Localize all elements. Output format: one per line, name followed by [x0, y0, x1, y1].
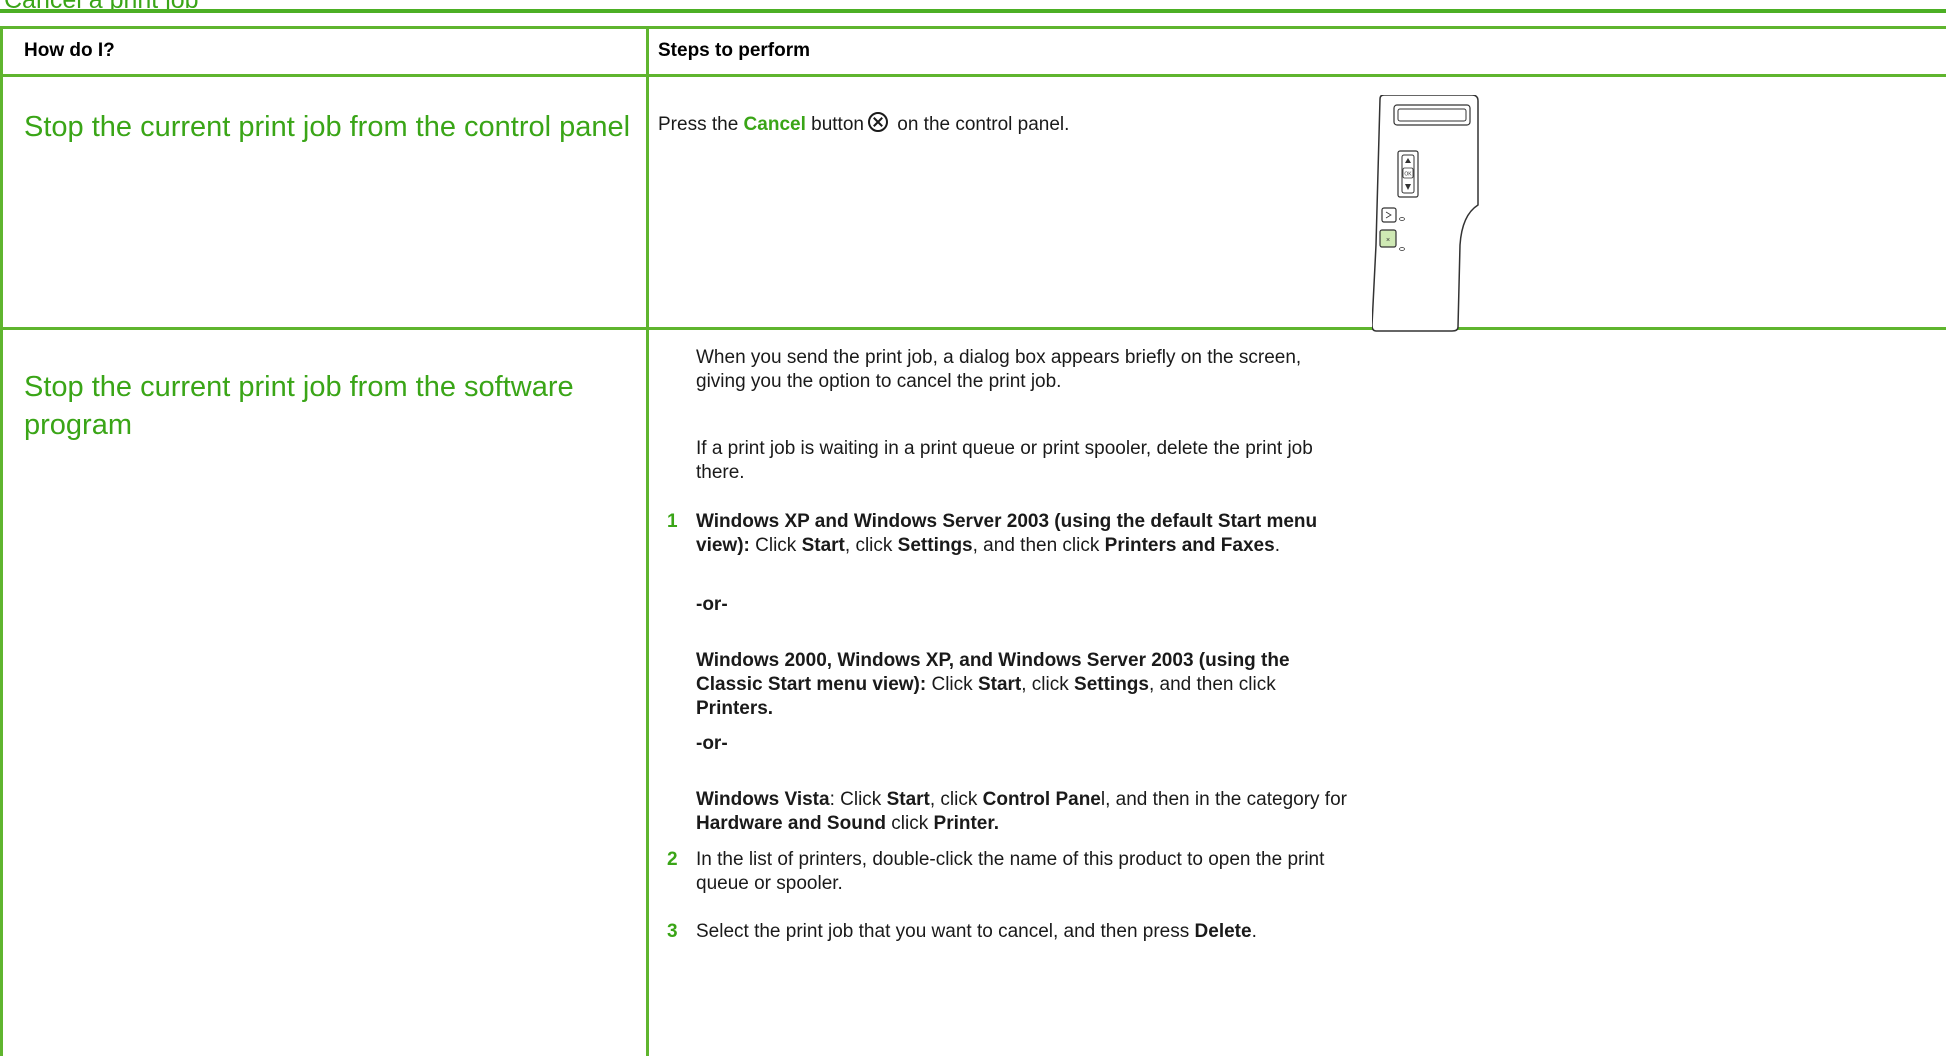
table-top-border [0, 26, 1946, 29]
column-header-how: How do I? [24, 40, 115, 61]
step1-xp: Windows XP and Windows Server 2003 (usin… [696, 511, 1318, 556]
table-left-border [0, 26, 3, 1056]
page-title-bar: Cancel a print job [0, 0, 1946, 13]
svg-text:OK: OK [1404, 172, 1412, 178]
header-bottom-border [0, 74, 1946, 77]
step-number-1: 1 [667, 511, 678, 532]
cancel-keyword: Cancel [743, 114, 806, 135]
row1-instruction: Press the Cancel button on the control p… [658, 112, 1070, 135]
step-number-2: 2 [667, 849, 678, 870]
control-panel-illustration: OK × [1372, 95, 1479, 332]
step-number-3: 3 [667, 921, 678, 942]
row1-bottom-border [0, 327, 1946, 330]
back-button-icon [1381, 207, 1397, 223]
column-header-steps: Steps to perform [658, 40, 811, 61]
task-table: How do I? Steps to perform Stop the curr… [0, 13, 1946, 1056]
task-stop-from-software: Stop the current print job from the soft… [24, 371, 574, 441]
step2-text: In the list of printers, double-click th… [696, 849, 1325, 894]
or-separator-2: -or- [696, 733, 728, 754]
step3-text: Select the print job that you want to ca… [696, 921, 1257, 942]
cancel-icon [867, 112, 888, 132]
step1-classic: Windows 2000, Windows XP, and Windows Se… [696, 650, 1290, 719]
task-stop-from-control-panel: Stop the current print job from the cont… [24, 111, 631, 143]
step1-vista: Windows Vista: Click Start, click Contro… [696, 789, 1347, 834]
or-separator-1: -or- [696, 594, 728, 615]
row2-intro-queue: If a print job is waiting in a print que… [696, 438, 1313, 483]
row2-intro-dialog: When you send the print job, a dialog bo… [696, 347, 1302, 392]
column-divider [646, 26, 649, 1056]
svg-text:×: × [1386, 237, 1390, 244]
